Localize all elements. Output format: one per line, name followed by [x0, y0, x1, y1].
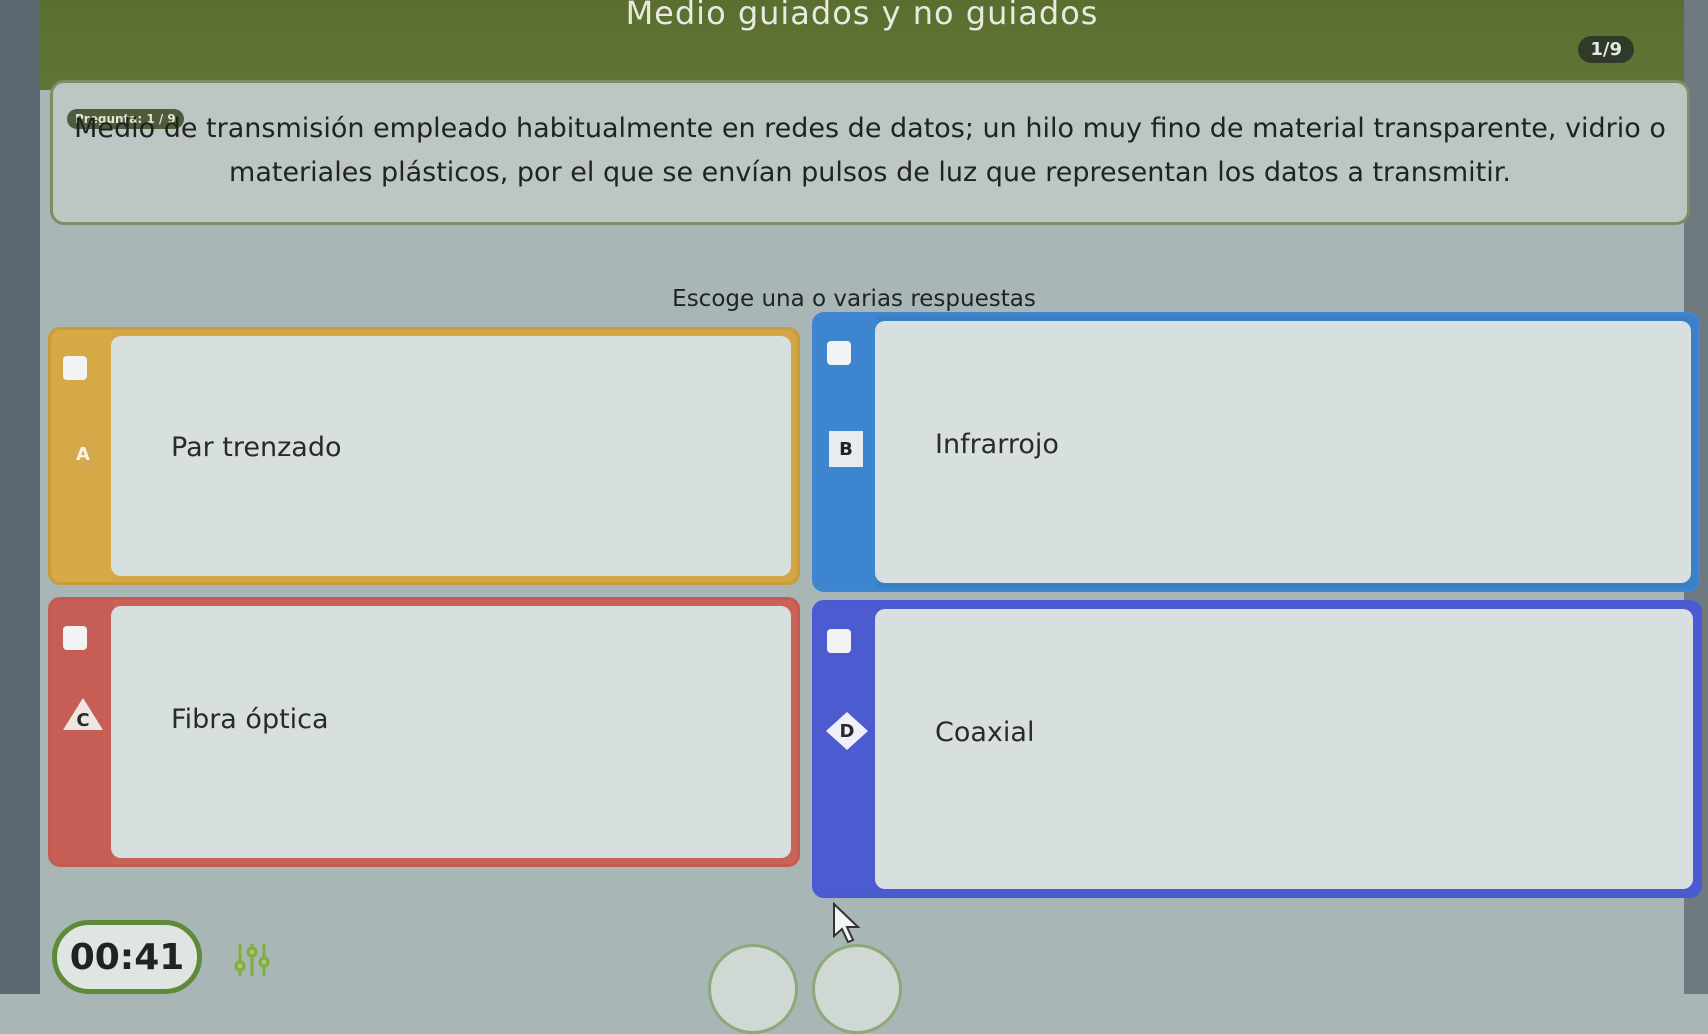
countdown-timer: 00:41 — [52, 920, 202, 994]
diamond-shape-icon: D — [825, 712, 869, 750]
option-d-face — [875, 609, 1693, 889]
question-card: Pregunta: 1 / 9 Medio de transmisión emp… — [50, 80, 1690, 225]
option-c-letter: C — [76, 709, 90, 731]
option-b-checkbox[interactable] — [827, 341, 851, 365]
top-bar: Medio guiados y no guiados 1/9 — [40, 0, 1684, 90]
next-nav-button[interactable] — [812, 944, 902, 1034]
answer-option-b[interactable]: B Infrarrojo — [812, 312, 1700, 592]
option-b-letter: B — [839, 438, 853, 460]
previous-nav-button[interactable] — [708, 944, 798, 1034]
equalizer-icon[interactable] — [232, 940, 280, 980]
answer-option-d[interactable]: D Coaxial — [812, 600, 1702, 898]
answer-option-c[interactable]: C Fibra óptica — [48, 597, 800, 867]
triangle-shape-icon: C — [61, 696, 105, 732]
option-d-label: Coaxial — [935, 717, 1035, 748]
option-a-checkbox[interactable] — [63, 356, 87, 380]
question-text: Medio de transmisión empleado habitualme… — [74, 113, 1666, 188]
square-shape-icon: B — [829, 431, 863, 467]
screen-bezel-left — [0, 0, 40, 994]
quiz-title: Medio guiados y no guiados — [625, 0, 1099, 32]
option-b-label: Infrarrojo — [935, 429, 1059, 460]
option-c-label: Fibra óptica — [171, 704, 329, 735]
mouse-pointer-icon — [833, 902, 861, 944]
option-a-letter: A — [76, 443, 90, 465]
option-c-checkbox[interactable] — [63, 626, 87, 650]
circle-shape-icon: A — [65, 436, 101, 472]
question-counter: 1/9 — [1578, 36, 1634, 63]
option-a-label: Par trenzado — [171, 432, 342, 463]
option-d-letter: D — [839, 720, 855, 742]
answer-instruction: Escoge una o varias respuestas — [672, 286, 1036, 312]
answer-option-a[interactable]: A Par trenzado — [48, 327, 800, 585]
option-d-checkbox[interactable] — [827, 629, 851, 653]
